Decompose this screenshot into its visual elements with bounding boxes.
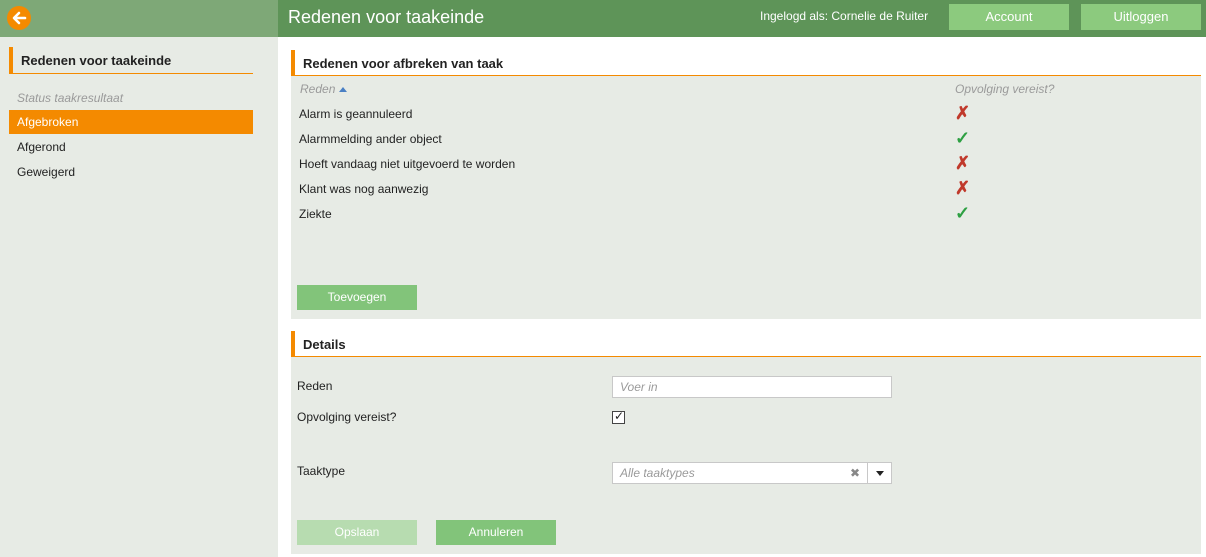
row-reason: Alarm is geannuleerd — [299, 107, 413, 121]
sidebar-item-afgebroken[interactable]: Afgebroken — [9, 110, 253, 134]
column-header-reason[interactable]: Reden — [300, 82, 348, 96]
followup-field-label: Opvolging vereist? — [297, 410, 397, 424]
logged-in-user: Ingelogd als: Cornelie de Ruiter — [760, 9, 929, 23]
table-row[interactable]: Alarmmelding ander object ✓ — [291, 127, 1201, 152]
clear-icon[interactable]: ✖ — [850, 466, 860, 480]
top-bar-left — [0, 0, 278, 37]
table-row[interactable]: Hoeft vandaag niet uitgevoerd te worden … — [291, 152, 1201, 177]
page-title: Redenen voor taakeinde — [288, 7, 485, 27]
reasons-panel: Redenen voor afbreken van taak Reden Opv… — [291, 50, 1201, 319]
followup-checkbox[interactable]: ✓ — [612, 409, 625, 424]
details-panel-title: Details — [303, 337, 346, 352]
row-reason: Klant was nog aanwezig — [299, 182, 429, 196]
sidebar-header: Redenen voor taakeinde — [9, 47, 253, 74]
row-reason: Alarmmelding ander object — [299, 132, 442, 146]
add-reason-button[interactable]: Toevoegen — [297, 285, 417, 310]
top-bar: Redenen voor taakeinde Ingelogd als: Cor… — [0, 0, 1206, 37]
arrow-left-icon — [12, 11, 27, 25]
table-row[interactable]: Ziekte ✓ — [291, 202, 1201, 227]
cross-icon: ✗ — [955, 103, 971, 123]
details-panel: Details Reden Voer in Opvolging vereist?… — [291, 331, 1201, 554]
column-header-followup: Opvolging vereist? — [955, 82, 1055, 96]
sidebar: Redenen voor taakeinde Status taakresult… — [0, 37, 278, 557]
check-icon: ✓ — [955, 128, 971, 148]
row-reason: Hoeft vandaag niet uitgevoerd te worden — [299, 157, 516, 171]
dropdown-toggle[interactable] — [867, 463, 892, 483]
sidebar-item-geweigerd[interactable]: Geweigerd — [9, 160, 253, 184]
cancel-button[interactable]: Annuleren — [436, 520, 556, 545]
tasktype-select-value: Alle taaktypes — [620, 466, 695, 480]
table-row[interactable]: Alarm is geannuleerd ✗ — [291, 102, 1201, 127]
checkmark-icon: ✓ — [614, 409, 625, 423]
reasons-panel-header: Redenen voor afbreken van taak — [291, 50, 1201, 76]
table-row[interactable]: Klant was nog aanwezig ✗ — [291, 177, 1201, 202]
cross-icon: ✗ — [955, 153, 971, 173]
sort-ascending-icon — [339, 87, 348, 93]
row-reason: Ziekte — [299, 207, 332, 221]
sidebar-header-label: Redenen voor taakeinde — [21, 53, 172, 68]
save-button[interactable]: Opslaan — [297, 520, 417, 545]
cross-icon: ✗ — [955, 178, 971, 198]
check-icon: ✓ — [955, 203, 971, 223]
tasktype-field-label: Taaktype — [297, 464, 346, 478]
back-button[interactable] — [7, 6, 31, 30]
account-button[interactable]: Account — [949, 4, 1069, 30]
reason-input[interactable]: Voer in — [612, 376, 892, 398]
reasons-panel-title: Redenen voor afbreken van taak — [303, 56, 504, 71]
column-header-reason-label: Reden — [300, 82, 336, 96]
logout-button[interactable]: Uitloggen — [1081, 4, 1201, 30]
details-panel-header: Details — [291, 331, 1201, 357]
reason-field-label: Reden — [297, 379, 333, 393]
chevron-down-icon — [876, 471, 884, 476]
sidebar-item-afgerond[interactable]: Afgerond — [9, 135, 253, 159]
sidebar-subheading: Status taakresultaat — [17, 91, 124, 105]
tasktype-select[interactable]: Alle taaktypes ✖ — [612, 462, 892, 484]
